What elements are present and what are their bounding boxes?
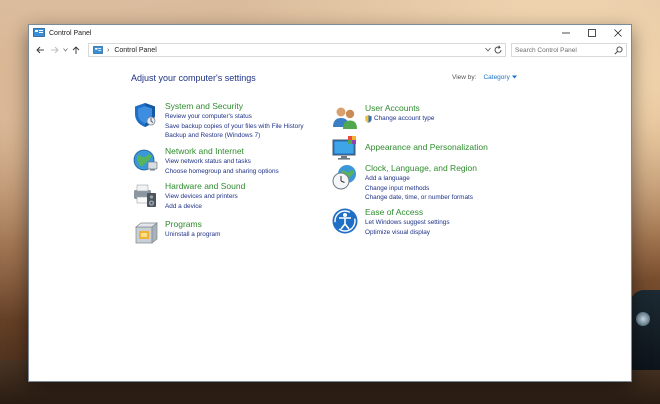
link-file-history[interactable]: Save backup copies of your files with Fi… <box>165 122 304 132</box>
control-panel-icon <box>93 46 103 54</box>
close-icon <box>614 29 622 37</box>
category-clock-language-region: Clock, Language, and Region Add a langua… <box>331 163 477 203</box>
search-box[interactable] <box>511 43 627 57</box>
link-network-status[interactable]: View network status and tasks <box>165 157 279 167</box>
globe-network-icon[interactable] <box>131 146 159 174</box>
category-network-internet: Network and Internet View network status… <box>131 146 279 176</box>
category-title[interactable]: Programs <box>165 219 220 230</box>
main-content: Adjust your computer's settings View by:… <box>29 59 633 383</box>
category-title[interactable]: Appearance and Personalization <box>365 142 488 153</box>
up-button[interactable] <box>69 43 83 57</box>
category-title[interactable]: Ease of Access <box>365 207 450 218</box>
category-programs: Programs Uninstall a program <box>131 219 220 247</box>
arrow-left-icon <box>35 46 44 54</box>
window-title: Control Panel <box>49 29 92 37</box>
maximize-icon <box>588 29 596 37</box>
link-devices-printers[interactable]: View devices and printers <box>165 192 245 202</box>
link-add-language[interactable]: Add a language <box>365 174 477 184</box>
link-change-account-type[interactable]: Change account type <box>374 114 434 124</box>
address-bar: › Control Panel <box>29 41 631 59</box>
breadcrumb-separator-icon[interactable]: › <box>107 47 109 54</box>
category-title[interactable]: Network and Internet <box>165 146 279 157</box>
address-field[interactable]: › Control Panel <box>88 43 506 57</box>
chevron-down-icon[interactable] <box>511 75 517 79</box>
refresh-icon[interactable] <box>493 45 503 55</box>
category-hardware-sound: Hardware and Sound View devices and prin… <box>131 181 245 211</box>
ease-of-access-icon[interactable] <box>331 207 359 235</box>
printer-speaker-icon[interactable] <box>131 181 159 209</box>
link-review-status[interactable]: Review your computer's status <box>165 112 304 122</box>
minimize-button[interactable] <box>553 25 579 41</box>
chevron-down-icon <box>62 48 68 52</box>
link-homegroup[interactable]: Choose homegroup and sharing options <box>165 167 279 177</box>
control-panel-icon <box>33 28 45 37</box>
page-heading: Adjust your computer's settings <box>131 73 256 83</box>
link-suggest-settings[interactable]: Let Windows suggest settings <box>365 218 450 228</box>
search-icon[interactable] <box>614 46 623 55</box>
back-button[interactable] <box>33 43 47 57</box>
display-palette-icon[interactable] <box>331 134 359 162</box>
minimize-icon <box>562 32 570 34</box>
link-uninstall-program[interactable]: Uninstall a program <box>165 230 220 240</box>
category-system-security: System and Security Review your computer… <box>131 101 304 141</box>
view-by: View by: Category <box>452 74 517 81</box>
desktop-wallpaper-car <box>630 290 660 370</box>
view-by-label: View by: <box>452 74 477 81</box>
clock-globe-icon[interactable] <box>331 163 359 191</box>
maximize-button[interactable] <box>579 25 605 41</box>
forward-button[interactable] <box>47 43 61 57</box>
link-date-time-formats[interactable]: Change date, time, or number formats <box>365 193 477 203</box>
category-title[interactable]: Hardware and Sound <box>165 181 245 192</box>
category-title[interactable]: System and Security <box>165 101 304 112</box>
link-backup-restore[interactable]: Backup and Restore (Windows 7) <box>165 131 304 141</box>
shield-icon[interactable] <box>131 101 159 129</box>
programs-box-icon[interactable] <box>131 219 159 247</box>
chevron-down-icon[interactable] <box>485 47 491 52</box>
view-by-dropdown[interactable]: Category <box>483 74 509 81</box>
search-input[interactable] <box>515 46 611 54</box>
uac-shield-icon <box>365 115 372 123</box>
category-title[interactable]: User Accounts <box>365 103 434 114</box>
close-button[interactable] <box>605 25 631 41</box>
arrow-up-icon <box>72 45 80 54</box>
control-panel-window: Control Panel › Control Panel Search Con… <box>28 24 632 382</box>
category-appearance: Appearance and Personalization <box>331 134 488 162</box>
link-input-methods[interactable]: Change input methods <box>365 184 477 194</box>
users-icon[interactable] <box>331 103 359 131</box>
title-bar[interactable]: Control Panel <box>29 25 631 41</box>
link-add-device[interactable]: Add a device <box>165 202 245 212</box>
category-ease-of-access: Ease of Access Let Windows suggest setti… <box>331 207 450 237</box>
category-title[interactable]: Clock, Language, and Region <box>365 163 477 174</box>
breadcrumb-control-panel[interactable]: Control Panel <box>114 47 156 54</box>
category-user-accounts: User Accounts Change account type <box>331 103 434 131</box>
arrow-right-icon <box>50 46 59 54</box>
link-optimize-display[interactable]: Optimize visual display <box>365 228 450 238</box>
recent-locations-button[interactable] <box>61 43 69 57</box>
